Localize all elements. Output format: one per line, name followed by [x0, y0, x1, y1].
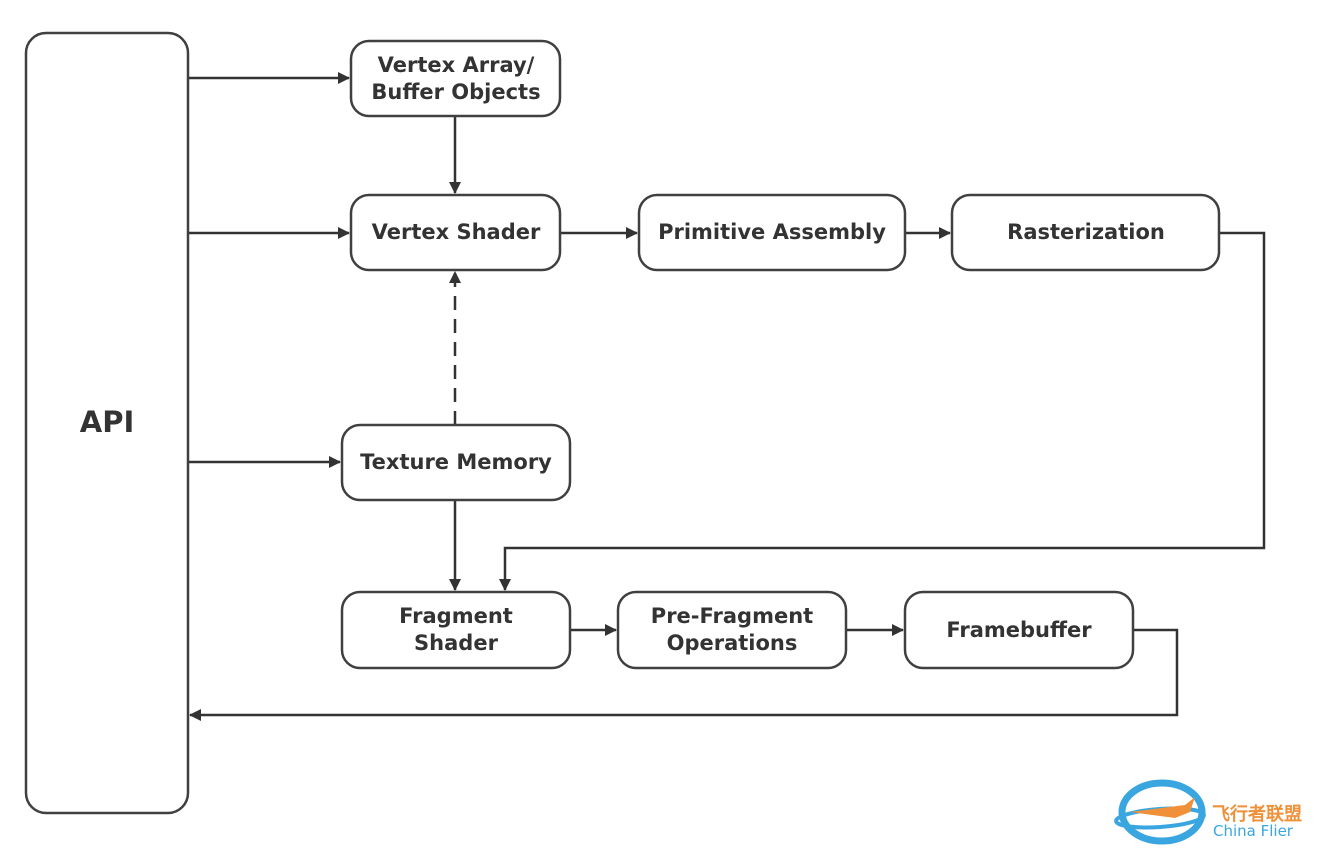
pipeline-diagram: API Vertex Array/ Buffer Objects Vertex …	[24, 31, 1302, 845]
node-primitive-assembly: Primitive Assembly	[637, 193, 907, 272]
watermark-en: China Flier	[1213, 822, 1294, 840]
node-label: Shader	[414, 631, 499, 655]
node-pre-fragment-operations: Pre-Fragment Operations	[616, 590, 848, 670]
node-label: Pre-Fragment	[651, 604, 813, 628]
node-label: Rasterization	[1007, 220, 1165, 244]
node-label: Framebuffer	[946, 618, 1092, 642]
node-vertex-shader: Vertex Shader	[349, 193, 562, 272]
node-rasterization: Rasterization	[950, 193, 1221, 272]
node-api: API	[24, 31, 190, 815]
node-framebuffer: Framebuffer	[903, 590, 1135, 670]
node-texture-memory: Texture Memory	[340, 423, 572, 502]
edge-rasterization-fragment-shader	[499, 231, 1266, 591]
node-label: Buffer Objects	[371, 80, 540, 104]
node-label: Texture Memory	[360, 450, 552, 474]
node-label: Vertex Array/	[378, 53, 535, 77]
node-label: Fragment	[399, 604, 513, 628]
node-label: Vertex Shader	[372, 220, 541, 244]
node-fragment-shader: Fragment Shader	[340, 590, 572, 670]
node-vertex-array: Vertex Array/ Buffer Objects	[349, 39, 562, 118]
node-label: API	[80, 405, 135, 439]
node-label: Operations	[667, 631, 798, 655]
node-label: Primitive Assembly	[658, 220, 886, 244]
watermark-logo: 飞行者联盟 China Flier	[1114, 779, 1302, 845]
